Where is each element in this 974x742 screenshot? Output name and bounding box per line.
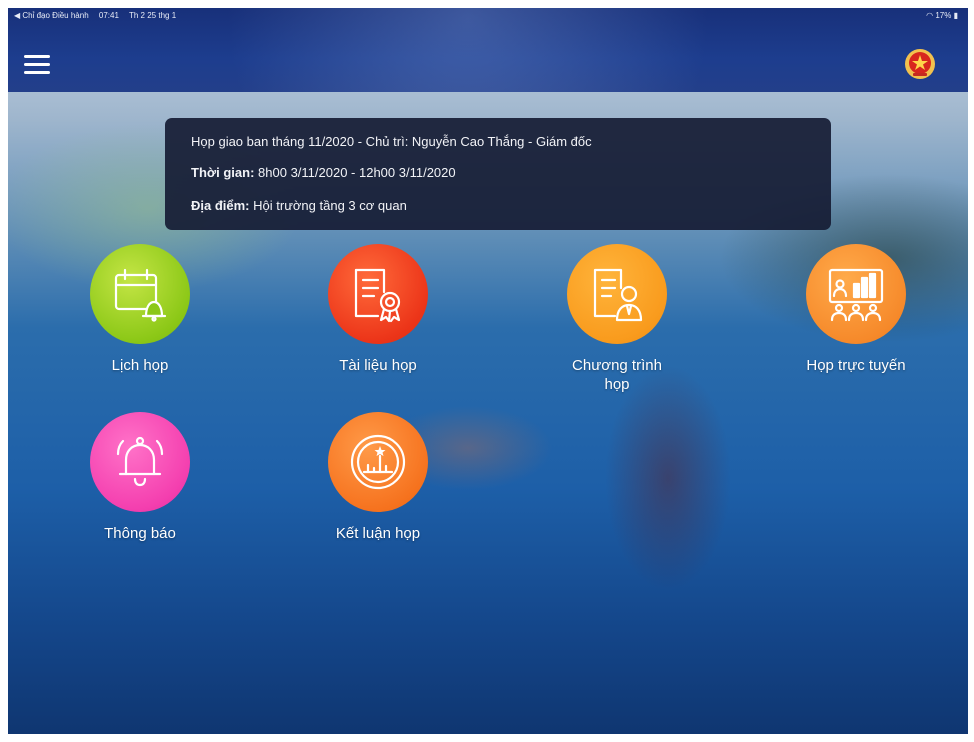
status-time: 07:41 <box>98 11 119 20</box>
chuong-trinh-hop-label-line1: Chương trình <box>572 357 662 374</box>
menu-item-hop-truc-tuyen[interactable]: Họp trực tuyến <box>771 244 941 375</box>
menu-item-tai-lieu-hop[interactable]: Tài liệu họp <box>293 244 463 375</box>
chart-circle-icon <box>350 434 406 490</box>
meeting-place-value: Hội trường tầng 3 cơ quan <box>253 198 407 213</box>
lich-hop-button[interactable] <box>90 244 190 344</box>
chuong-trinh-hop-button[interactable] <box>567 244 667 344</box>
tai-lieu-hop-label: Tài liệu họp <box>339 357 417 374</box>
battery-level: 17% <box>935 11 952 20</box>
battery-icon: ▮ <box>953 11 958 20</box>
bell-icon <box>116 436 164 487</box>
calendar-bell-icon <box>114 268 167 322</box>
wifi-icon: ◠ <box>926 11 934 20</box>
header-bar: ◀ Chỉ đạo Điều hành 07:41 Th 2 25 thg 1 … <box>8 8 968 92</box>
hamburger-menu-icon[interactable] <box>24 55 50 75</box>
ket-luan-hop-label: Kết luận họp <box>335 525 421 542</box>
hop-truc-tuyen-label: Họp trực tuyến <box>806 357 906 374</box>
chuong-trinh-hop-label-line2: họp <box>604 376 630 393</box>
meeting-time: Thời gian: 8h00 3/11/2020 - 12h00 3/11/2… <box>191 165 456 180</box>
meeting-place-label: Địa điểm: <box>191 198 250 213</box>
menu-item-lich-hop[interactable]: Lịch họp <box>55 244 225 375</box>
thong-bao-button[interactable] <box>90 412 190 512</box>
status-date: Th 2 25 thg 1 <box>129 11 177 20</box>
thong-bao-label: Thông báo <box>104 525 176 542</box>
meeting-time-label: Thời gian: <box>191 165 255 180</box>
document-person-icon <box>593 268 643 322</box>
meeting-place: Địa điểm: Hội trường tầng 3 cơ quan <box>191 198 407 213</box>
tai-lieu-hop-button[interactable] <box>328 244 428 344</box>
menu-item-thong-bao[interactable]: Thông báo <box>55 412 225 543</box>
app-screen: ◀ Chỉ đạo Điều hành 07:41 Th 2 25 thg 1 … <box>8 8 968 734</box>
hop-truc-tuyen-button[interactable] <box>806 244 906 344</box>
ket-luan-hop-button[interactable] <box>328 412 428 512</box>
menu-item-chuong-trinh-hop[interactable]: Chương trình họp <box>532 244 702 394</box>
status-bar-left: ◀ Chỉ đạo Điều hành 07:41 Th 2 25 thg 1 <box>14 11 184 20</box>
status-bar-right: ◠ 17% ▮ <box>926 11 958 20</box>
menu-item-ket-luan-hop[interactable]: Kết luận họp <box>293 412 463 543</box>
lich-hop-label: Lịch họp <box>111 357 169 374</box>
national-emblem-icon <box>905 49 935 79</box>
meeting-time-value: 8h00 3/11/2020 - 12h00 3/11/2020 <box>258 165 456 180</box>
meeting-title: Họp giao ban tháng 11/2020 - Chủ trì: Ng… <box>191 134 592 149</box>
presentation-people-icon <box>828 268 884 322</box>
document-award-icon <box>354 268 401 323</box>
meeting-info-card[interactable]: Họp giao ban tháng 11/2020 - Chủ trì: Ng… <box>165 118 831 230</box>
chuong-trinh-hop-label: Chương trình họp <box>532 356 702 394</box>
back-to-app-link[interactable]: ◀ Chỉ đạo Điều hành <box>14 11 89 20</box>
